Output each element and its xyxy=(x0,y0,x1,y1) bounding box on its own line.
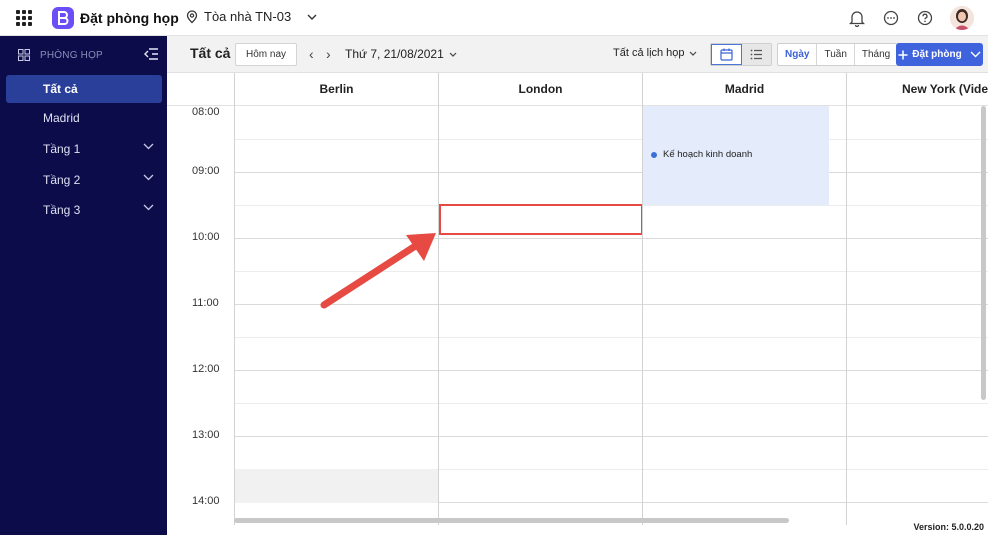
half-hour-line xyxy=(234,403,988,404)
view-mode-toggle xyxy=(710,43,772,66)
range-selector: Ngày Tuần Tháng xyxy=(777,43,899,66)
half-hour-line xyxy=(234,337,988,338)
meeting-filter-dropdown[interactable]: Tất cả lịch họp xyxy=(613,47,697,59)
sidebar-item-floor-2[interactable]: Tầng 2 xyxy=(6,166,162,194)
time-label: 11:00 xyxy=(192,297,219,309)
time-label: 14:00 xyxy=(192,495,220,507)
rooms-grid-icon xyxy=(18,49,30,61)
chevron-down-icon xyxy=(970,51,981,58)
meeting-filter-label: Tất cả lịch họp xyxy=(613,47,685,59)
chevron-down-icon xyxy=(689,51,696,56)
location-icon xyxy=(186,9,198,23)
collapse-sidebar-icon[interactable] xyxy=(143,47,159,64)
chevron-down-icon[interactable] xyxy=(143,204,154,211)
selected-time-slot[interactable] xyxy=(439,204,643,235)
sidebar-item-label: Tất cả xyxy=(43,82,78,96)
event-title: Kế hoạch kinh doanh xyxy=(663,149,753,160)
chevron-down-icon[interactable] xyxy=(143,174,154,181)
horizontal-scrollbar[interactable] xyxy=(234,518,789,523)
chevron-down-icon[interactable] xyxy=(143,143,154,150)
room-header-new-york: New York (Video) xyxy=(847,73,988,106)
apps-grid-icon[interactable] xyxy=(16,10,32,26)
range-month-button[interactable]: Tháng xyxy=(855,44,897,65)
today-button[interactable]: Hôm nay xyxy=(235,43,298,66)
range-week-button[interactable]: Tuần xyxy=(817,44,855,65)
sidebar-header: PHÒNG HỌP xyxy=(18,49,103,61)
sidebar-item-floor-3[interactable]: Tầng 3 xyxy=(6,196,162,224)
sidebar-header-label: PHÒNG HỌP xyxy=(40,49,103,61)
app-title: Đặt phòng họp xyxy=(80,10,179,26)
chevron-down-icon xyxy=(449,52,457,57)
footer xyxy=(167,525,988,535)
room-header-madrid: Madrid xyxy=(643,73,846,106)
column-divider xyxy=(846,73,847,525)
room-header-london: London xyxy=(439,73,642,106)
sidebar-item-label: Tầng 1 xyxy=(43,142,81,156)
version-label: Version: 5.0.0.20 xyxy=(913,522,984,532)
sidebar: PHÒNG HỌP Tất cả Madrid Tầng 1 Tầng 2 Tầ… xyxy=(0,36,167,535)
time-label: 12:00 xyxy=(192,363,220,375)
list-view-icon[interactable] xyxy=(742,44,771,65)
unavailable-slot xyxy=(234,469,438,503)
time-label: 09:00 xyxy=(192,165,220,177)
vertical-scrollbar[interactable] xyxy=(981,106,986,400)
time-column-header xyxy=(167,73,234,106)
prev-day-button[interactable]: ‹ xyxy=(309,46,314,62)
user-avatar[interactable] xyxy=(950,6,974,30)
page-title: Tất cả xyxy=(190,45,231,61)
book-room-label: Đặt phòng xyxy=(912,49,962,60)
help-icon[interactable] xyxy=(916,9,934,27)
column-divider xyxy=(642,73,643,525)
calendar-toolbar: Tất cả Hôm nay ‹ › Thứ 7, 21/08/2021 Tất… xyxy=(167,36,988,73)
date-picker[interactable]: Thứ 7, 21/08/2021 xyxy=(345,47,457,61)
time-label: 08:00 xyxy=(192,106,220,118)
event-status-dot xyxy=(651,152,657,158)
column-divider xyxy=(234,73,235,525)
hour-line xyxy=(234,172,988,173)
day-calendar-grid[interactable]: Kế hoạch kinh doanh Berlin London Madrid… xyxy=(167,73,988,525)
building-selector[interactable]: Tòa nhà TN-03 xyxy=(186,9,317,24)
chevron-down-icon xyxy=(307,14,317,20)
calendar-view-icon[interactable] xyxy=(711,44,742,65)
next-day-button[interactable]: › xyxy=(326,46,331,62)
time-label: 13:00 xyxy=(192,429,220,441)
book-room-button[interactable]: Đặt phòng xyxy=(896,43,983,66)
sidebar-item-all[interactable]: Tất cả xyxy=(6,75,162,103)
hour-line xyxy=(234,436,988,437)
annotation-arrow-icon xyxy=(320,233,436,309)
building-name: Tòa nhà TN-03 xyxy=(204,9,292,24)
current-date: Thứ 7, 21/08/2021 xyxy=(345,47,444,61)
top-bar: Đặt phòng họp Tòa nhà TN-03 xyxy=(0,0,988,36)
range-day-button[interactable]: Ngày xyxy=(778,44,818,65)
hour-line xyxy=(234,370,988,371)
sidebar-item-label: Tầng 2 xyxy=(43,173,81,187)
bell-icon[interactable] xyxy=(848,9,866,27)
time-label: 10:00 xyxy=(192,231,220,243)
plus-icon xyxy=(898,50,908,59)
meeting-event[interactable]: Kế hoạch kinh doanh xyxy=(643,106,829,205)
half-hour-line xyxy=(234,139,988,140)
sidebar-item-madrid[interactable]: Madrid xyxy=(6,104,162,132)
app-logo[interactable] xyxy=(52,7,74,29)
sidebar-item-floor-1[interactable]: Tầng 1 xyxy=(6,135,162,163)
sidebar-item-label: Madrid xyxy=(43,111,80,125)
sidebar-item-label: Tầng 3 xyxy=(43,203,81,217)
room-header-berlin: Berlin xyxy=(235,73,438,106)
chat-icon[interactable] xyxy=(882,9,900,27)
